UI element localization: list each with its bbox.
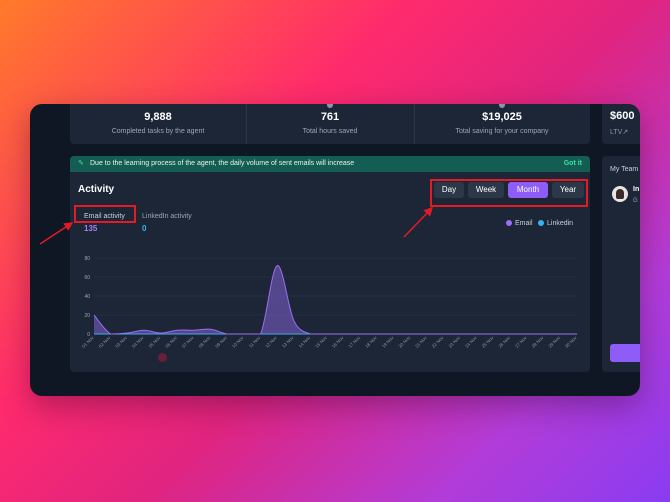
annotation-arrows <box>39 206 434 245</box>
annotation-arrow-email <box>39 222 74 245</box>
cursor-dot <box>158 353 167 362</box>
annotation-arrow-range <box>403 206 434 238</box>
